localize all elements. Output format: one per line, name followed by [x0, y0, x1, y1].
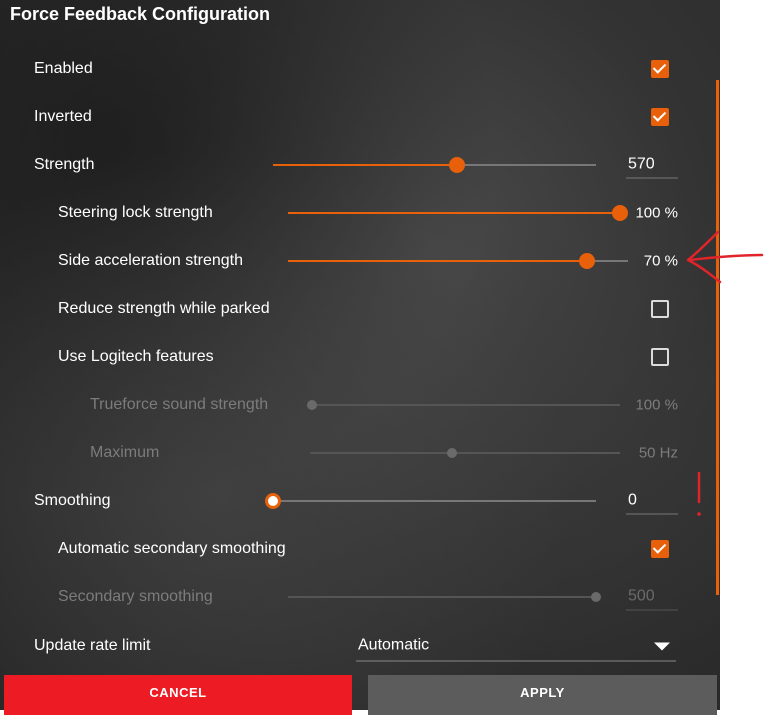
strength-slider[interactable]	[273, 157, 596, 173]
enabled-checkbox[interactable]	[651, 60, 669, 78]
reduce-strength-parked-label: Reduce strength while parked	[58, 300, 270, 317]
steering-lock-strength-value: 100 %	[635, 204, 678, 222]
setting-secondary-smoothing: Secondary smoothing 500	[0, 573, 720, 621]
force-feedback-panel: Force Feedback Configuration Enabled Inv…	[0, 0, 720, 710]
setting-use-logitech-features: Use Logitech features	[0, 333, 720, 381]
maximum-handle	[447, 448, 457, 458]
trueforce-sound-strength-label: Trueforce sound strength	[90, 396, 269, 413]
trueforce-sound-strength-slider	[307, 400, 620, 410]
exclamation-annotation-icon	[697, 471, 701, 516]
setting-reduce-strength-parked: Reduce strength while parked	[0, 285, 720, 333]
apply-button[interactable]: APPLY	[368, 675, 717, 715]
side-acceleration-strength-fill	[288, 260, 587, 262]
strength-value-input[interactable]: 570	[626, 152, 678, 179]
cancel-button[interactable]: CANCEL	[4, 675, 352, 715]
update-rate-limit-label: Update rate limit	[34, 637, 151, 654]
inverted-checkbox[interactable]	[651, 108, 669, 126]
maximum-value: 50 Hz	[638, 444, 678, 462]
side-acceleration-strength-handle[interactable]	[579, 253, 595, 269]
setting-maximum: Maximum 50 Hz	[0, 429, 720, 477]
steering-lock-strength-fill	[288, 212, 620, 214]
side-acceleration-strength-label: Side acceleration strength	[58, 252, 243, 269]
setting-smoothing: Smoothing 0	[0, 477, 720, 525]
use-logitech-features-label: Use Logitech features	[58, 348, 214, 365]
setting-trueforce-sound-strength: Trueforce sound strength 100 %	[0, 381, 720, 429]
secondary-smoothing-slider	[288, 592, 601, 602]
strength-slider-handle[interactable]	[449, 157, 465, 173]
caret-down-icon	[654, 642, 670, 651]
use-logitech-features-checkbox[interactable]	[651, 348, 669, 366]
automatic-secondary-smoothing-label: Automatic secondary smoothing	[58, 540, 286, 557]
trueforce-sound-strength-value: 100 %	[635, 396, 678, 414]
smoothing-slider[interactable]	[265, 493, 596, 509]
side-acceleration-strength-value: 70 %	[643, 252, 678, 270]
maximum-label: Maximum	[90, 444, 160, 461]
enabled-label: Enabled	[34, 60, 93, 77]
setting-automatic-secondary-smoothing: Automatic secondary smoothing	[0, 525, 720, 573]
strength-slider-fill	[273, 164, 457, 166]
trueforce-sound-strength-handle	[307, 400, 317, 410]
secondary-smoothing-value-input: 500	[626, 584, 678, 611]
maximum-slider	[310, 448, 620, 458]
update-rate-limit-selected: Automatic	[358, 636, 430, 654]
reduce-strength-parked-checkbox[interactable]	[651, 300, 669, 318]
setting-inverted: Inverted	[0, 93, 720, 141]
setting-steering-lock-strength: Steering lock strength 100 %	[0, 189, 720, 237]
arrow-annotation-icon	[686, 230, 764, 284]
inverted-label: Inverted	[34, 108, 92, 125]
update-rate-limit-dropdown[interactable]: Automatic	[356, 631, 676, 662]
setting-strength: Strength 570	[0, 141, 720, 189]
secondary-smoothing-handle	[591, 592, 601, 602]
side-acceleration-strength-slider[interactable]	[288, 253, 628, 269]
secondary-smoothing-label: Secondary smoothing	[58, 588, 213, 605]
steering-lock-strength-slider[interactable]	[288, 205, 628, 221]
scrollbar[interactable]	[716, 80, 719, 595]
setting-side-acceleration-strength: Side acceleration strength 70 %	[0, 237, 720, 285]
steering-lock-strength-label: Steering lock strength	[58, 204, 213, 221]
dialog-title: Force Feedback Configuration	[10, 4, 271, 24]
automatic-secondary-smoothing-checkbox[interactable]	[651, 540, 669, 558]
setting-update-rate-limit: Update rate limit Automatic	[0, 622, 720, 670]
strength-label: Strength	[34, 156, 95, 173]
smoothing-value-input[interactable]: 0	[626, 488, 678, 515]
smoothing-label: Smoothing	[34, 492, 111, 509]
setting-enabled: Enabled	[0, 45, 720, 93]
steering-lock-strength-handle[interactable]	[612, 205, 628, 221]
smoothing-slider-handle[interactable]	[265, 493, 281, 509]
